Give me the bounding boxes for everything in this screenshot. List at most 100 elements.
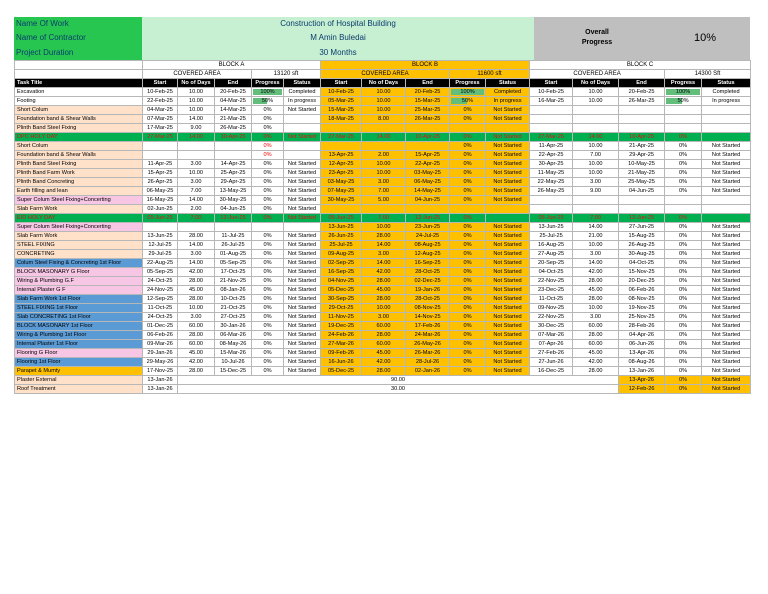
progress-cell-a: 0% (251, 239, 284, 250)
status-cell-b: Not Started (485, 320, 531, 331)
start-cell-c: 11-May-25 (529, 167, 574, 178)
start-cell-b: 16-Sep-25 (320, 266, 363, 277)
header-c-no-of-days: No of Days (572, 77, 620, 88)
start-cell-b: 07-May-25 (320, 185, 363, 196)
progress-text: 100% (460, 88, 475, 95)
status-cell-b: Not Started (485, 275, 531, 286)
end-cell-b: 24-Mar-26 (405, 329, 451, 340)
status-cell-a: Not Started (282, 194, 322, 205)
header-c-start: Start (529, 77, 574, 88)
days-cell-b: 7.00 (361, 185, 407, 196)
end-cell-b: 22-Apr-25 (405, 158, 451, 169)
days-cell-a: 10.00 (177, 302, 215, 313)
start-cell-c: 07-Apr-26 (529, 338, 574, 349)
task-title: Slab Farm Work (14, 230, 143, 241)
progress-cell-a: 0% (251, 230, 284, 241)
days-cell-c: 28.00 (572, 275, 620, 286)
start-cell-b: 02-Sep-25 (320, 257, 363, 268)
label-name-of-work: Name Of Work (14, 17, 142, 32)
progress-cell-c: 0% (664, 158, 703, 169)
task-title: Internal Plaster G F (14, 284, 143, 295)
end-cell-c: 08-Nov-25 (618, 293, 666, 304)
start-cell-b: 03-May-25 (320, 176, 363, 187)
table-row: Earth filling and lean 06-May-25 7.00 13-Ma… (14, 185, 752, 196)
task-title: Parapet & Mumty (14, 365, 143, 376)
start-cell-c: 30-Dec-25 (529, 320, 574, 331)
progress-cell-a: 0% (251, 113, 284, 124)
task-title: Flooring G Floor (14, 347, 143, 358)
task-title: Plinth Band Farm Work (14, 167, 143, 178)
header-a-start: Start (142, 77, 178, 88)
days-cell-a: 14.00 (177, 113, 215, 124)
start-cell-c: 22-May-25 (529, 176, 574, 187)
status-cell-a: Not Started (282, 230, 322, 241)
status-cell-a (282, 221, 322, 232)
start-cell-a: 24-Oct-25 (142, 311, 178, 322)
table-row: Wiring & Plumbing 1st Floor 06-Feb-26 28.0… (14, 329, 752, 340)
end-cell-a: 10-Jul-26 (214, 356, 252, 367)
days-cell-c: 10.00 (572, 95, 620, 106)
progress-cell-c: 100% (664, 86, 703, 97)
status-cell-b: Not Started (485, 338, 531, 349)
progress-cell-a: 0% (251, 338, 284, 349)
days-cell-a: 7.00 (177, 185, 215, 196)
end-cell-b: 14-May-25 (405, 185, 451, 196)
start-cell-b (320, 122, 363, 133)
status-cell-c (701, 194, 752, 205)
progress-cell-b: 0% (449, 293, 487, 304)
end-cell-a: 10-Apr-25 (214, 131, 252, 142)
end-cell-c: 04-Oct-25 (618, 257, 666, 268)
status-cell-c: Not Started (701, 365, 752, 376)
days-cell-c (572, 122, 620, 133)
end-cell-a: 21-Mar-25 (214, 113, 252, 124)
status-cell-a: Not Started (282, 365, 322, 376)
progress-cell-c: 0% (664, 185, 703, 196)
start-cell-c: 04-Oct-25 (529, 266, 574, 277)
task-title: Flooring 1st Floor (14, 356, 143, 367)
status-cell-c: Not Started (701, 158, 752, 169)
end-cell-a: 26-Mar-25 (214, 122, 252, 133)
progress-text: 50% (261, 97, 274, 104)
progress-cell-c: 0% (664, 347, 703, 358)
progress-cell-a: 0% (251, 167, 284, 178)
days-cell-c: 10.00 (572, 239, 620, 250)
progress-cell-c (664, 194, 703, 205)
table-row: Internal Plaster G F 24-Nov-25 45.00 08-Jan… (14, 284, 752, 295)
days-cell-c (572, 113, 620, 124)
start-cell-a: 01-Dec-25 (142, 320, 178, 331)
progress-cell-b: 0% (449, 356, 487, 367)
days-cell-b: 10.00 (361, 104, 407, 115)
end-cell-a: 30-Jan-26 (214, 320, 252, 331)
start-cell-b: 30-Sep-25 (320, 293, 363, 304)
start-cell-a: 06-Feb-26 (142, 329, 178, 340)
progress-cell-a: 0% (251, 212, 284, 223)
task-title: Super Colum Steel Fixing+Concerting (14, 194, 143, 205)
days-cell-b: 42.00 (361, 356, 407, 367)
header-a-progress: Progress (251, 77, 284, 88)
progress-cell-b: 0% (449, 311, 487, 322)
table-row: Plaster External 13-Jan-26 90.00 13-Apr-26 0… (14, 374, 752, 385)
start-cell-a: 05-Sep-25 (142, 266, 178, 277)
days-cell-b: 10.00 (361, 221, 407, 232)
progress-cell-a: 0% (251, 257, 284, 268)
start-cell-c (529, 203, 574, 214)
status-cell-b: Not Started (485, 356, 531, 367)
end-cell-a: 25-Apr-25 (214, 167, 252, 178)
status-cell-b (485, 203, 531, 214)
progress-cell-a: 0% (251, 158, 284, 169)
table-row: Parapet & Mumty 17-Nov-25 28.00 15-Dec-25 0%… (14, 365, 752, 376)
end-cell-b (405, 122, 451, 133)
merged-c-cell: Not Started (701, 374, 752, 385)
task-title: Slab CONCRETING 1st Floor (14, 311, 143, 322)
progress-cell-a: 0% (251, 365, 284, 376)
status-cell-c: Not Started (701, 284, 752, 295)
end-cell-c: 08-Aug-26 (618, 356, 666, 367)
end-cell-c: 28-Feb-26 (618, 320, 666, 331)
status-cell-a: Not Started (282, 302, 322, 313)
status-cell-b: Not Started (485, 113, 531, 124)
progress-cell-c: 0% (664, 140, 703, 151)
block-title-row: BLOCK A BLOCK B BLOCK C (14, 59, 752, 70)
table-row: Plinth Band Steel Fixing 11-Apr-25 3.00 14-… (14, 158, 752, 169)
end-cell-b (405, 140, 451, 151)
progress-cell-b: 0% (449, 329, 487, 340)
